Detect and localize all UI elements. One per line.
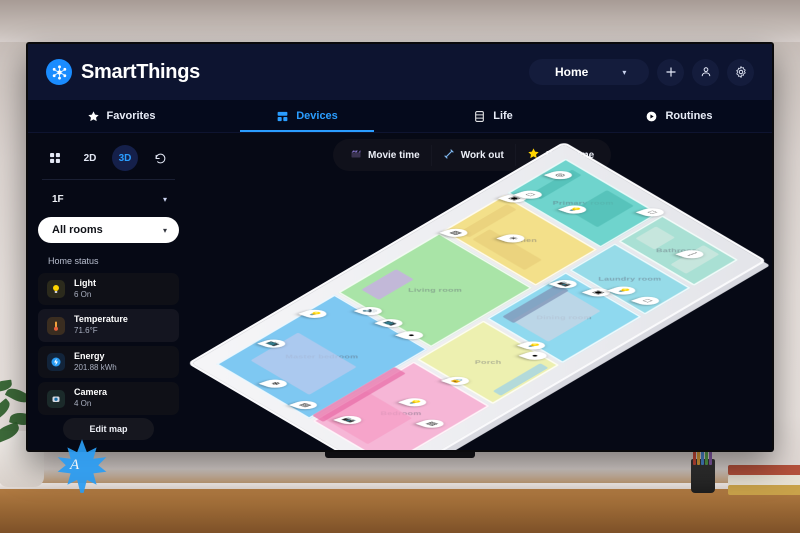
wood-floor [0,489,800,533]
scene-label: Movie time [368,149,420,161]
user-profile-button[interactable] [692,58,719,86]
book [728,465,800,475]
status-card-energy[interactable]: Energy 201.88 kWh [38,345,179,379]
view-3d-button[interactable]: 3D [112,145,138,171]
status-value: 4 On [74,399,92,409]
home-status-heading: Home status [48,256,99,266]
tab-favorites[interactable]: Favorites [28,100,214,132]
status-card-temperature[interactable]: Temperature 71.6°F [38,309,179,342]
television: SmartThings Home ▾ Favorites Devices Lif… [26,42,774,452]
header-actions: Home ▾ [529,58,754,86]
status-value: 201.88 kWh [74,362,117,372]
status-value: 6 On [74,289,92,299]
chevron-down-icon: ▾ [162,195,167,204]
scene-label: Work out [460,149,504,161]
tv-stand [325,452,475,458]
status-text: Temperature 71.6°F [74,314,128,336]
tab-devices[interactable]: Devices [214,100,400,132]
plus-icon [665,67,676,77]
grid-view-icon [50,153,60,163]
tab-label: Devices [296,110,338,122]
room-label: Laundry room [598,275,662,282]
camera-icon [47,389,65,408]
floor-selector-value: 1F [52,194,64,205]
maple-leaf-icon [57,439,107,493]
home-location-label: Home [555,65,589,79]
tab-label: Routines [665,110,713,122]
devices-grid-icon [277,111,288,121]
tab-life[interactable]: Life [400,100,586,132]
tv-screen: SmartThings Home ▾ Favorites Devices Lif… [28,44,772,450]
chevron-down-icon: ▾ [162,225,167,235]
tab-label: Life [493,110,513,122]
view-3d-label: 3D [118,152,132,164]
status-card-camera[interactable]: Camera 4 On [38,382,179,415]
book [728,475,800,485]
add-device-button[interactable] [657,58,684,86]
left-sidebar: 2D 3D 1F ▾ All rooms ▾ Home status Light… [36,139,181,444]
view-2d-label: 2D [83,152,97,164]
dumbbell-icon [443,148,455,163]
status-card-light[interactable]: Light 6 On [38,273,179,306]
app-body: 2D 3D 1F ▾ All rooms ▾ Home status Light… [28,133,772,450]
app-header: SmartThings Home ▾ [28,44,772,100]
smartthings-logo-icon [46,59,72,85]
status-text: Energy 201.88 kWh [74,350,117,372]
grid-view-button[interactable] [42,145,68,171]
maple-leaf-watermark: A [56,437,108,495]
person-icon [701,67,710,77]
gear-icon [735,66,746,78]
floorplan-viewport[interactable]: Master bedroomLiving roomKitchenPrimary … [188,143,766,450]
play-circle-icon [647,111,657,121]
floor-selector[interactable]: 1F ▾ [40,190,177,209]
status-name: Temperature [74,314,128,325]
energy-bolt-icon [47,353,65,372]
status-name: Camera [74,387,108,398]
sidebar-divider [42,179,175,180]
brand-name: SmartThings [81,60,200,83]
brand: SmartThings [46,59,200,85]
lightbulb-icon [47,280,65,299]
book [728,485,800,495]
status-text: Light 6 On [74,278,96,299]
rotate-reset-icon [155,153,165,163]
scene-movie-time[interactable]: Movie time [339,145,431,166]
tab-label: Favorites [106,110,156,122]
reset-view-button[interactable] [147,145,173,171]
scene-work-out[interactable]: Work out [430,144,515,166]
home-status-list: Light 6 On Temperature 71.6°F Energy 201… [36,273,181,415]
room-selector-value: All rooms [52,224,103,236]
status-value: 71.6°F [74,326,98,336]
status-text: Camera 4 On [74,387,108,409]
settings-button[interactable] [727,58,754,86]
wall-upper [0,0,800,42]
view-2d-button[interactable]: 2D [77,145,103,171]
main-tab-bar: Favorites Devices Life Routines [28,100,772,133]
star-icon [87,110,99,121]
clapperboard-icon [350,148,362,163]
tab-routines[interactable]: Routines [586,100,772,132]
home-location-dropdown[interactable]: Home ▾ [529,59,649,85]
book-stack [728,461,800,495]
life-book-icon [475,110,484,122]
smartthings-glyph [52,64,66,80]
status-name: Energy [74,350,105,361]
floorplan-3d[interactable]: Master bedroomLiving roomKitchenPrimary … [191,143,763,450]
thermometer-icon [47,316,65,335]
view-mode-controls: 2D 3D [36,139,181,179]
chevron-down-icon: ▾ [622,67,627,77]
watermark-letter: A [70,457,80,473]
room-selector[interactable]: All rooms ▾ [38,217,179,243]
status-name: Light [74,278,96,288]
pencil-holder [691,431,715,493]
